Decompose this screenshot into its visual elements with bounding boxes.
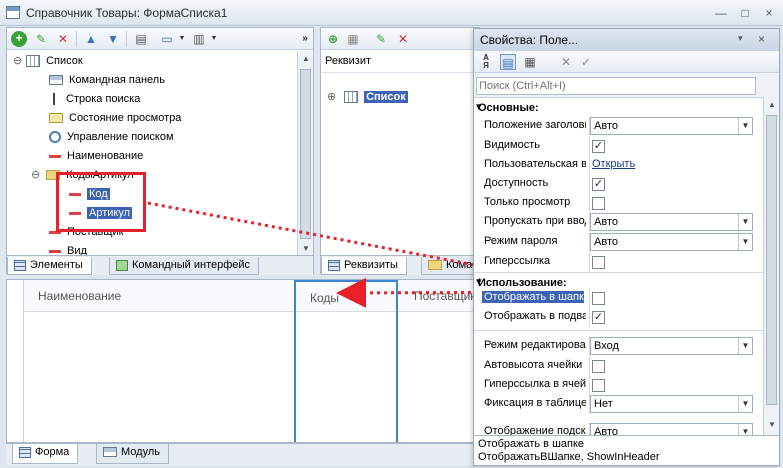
chevron-down-icon: ▼: [738, 396, 752, 412]
tooltip-display-combo[interactable]: Авто ▼: [590, 423, 753, 435]
properties-grid: ▾ Основные: Положение заголовка Авто ▼ Ви…: [474, 97, 763, 435]
description-title: Отображать в шапке: [478, 438, 585, 450]
auto-cell-height-checkbox[interactable]: [592, 360, 605, 373]
prop-cell-hyperlink[interactable]: Гиперссылка в ячейке: [474, 375, 763, 395]
prop-user-visibility[interactable]: Пользовательская видимость Открыть: [474, 155, 763, 175]
hyperlink-checkbox[interactable]: [592, 256, 605, 269]
prop-tooltip-display[interactable]: Отображение подсказки Авто▼: [474, 422, 763, 435]
show-in-footer-checkbox[interactable]: ✓: [592, 311, 605, 324]
sort-alpha-icon[interactable]: АЯ: [478, 54, 494, 70]
properties-titlebar: Свойства: Поле... ▾ ×: [474, 29, 779, 51]
filter-icon[interactable]: ▦: [522, 54, 538, 70]
read-only-checkbox[interactable]: [592, 197, 605, 210]
properties-panel: Свойства: Поле... ▾ × АЯ ▤ ▦ ✕ ✓ ▾ Основ…: [473, 28, 780, 466]
properties-scrollbar[interactable]: ▲ ▼: [763, 97, 779, 435]
password-mode-combo[interactable]: Авто ▼: [590, 233, 753, 251]
chevron-down-icon: ▼: [738, 118, 752, 134]
prop-password-mode[interactable]: Режим пароля Авто ▼: [474, 232, 763, 252]
row-divider: [474, 330, 763, 331]
prop-enabled[interactable]: Доступность ✓: [474, 174, 763, 194]
prop-auto-cell-height[interactable]: Автовысота ячейки: [474, 356, 763, 376]
visibility-checkbox[interactable]: ✓: [592, 140, 605, 153]
description-names: ОтображатьВШапке, ShowInHeader: [478, 451, 660, 463]
user-visibility-open-link[interactable]: Открыть: [592, 158, 635, 170]
prop-edit-mode[interactable]: Режим редактирования Вход▼: [474, 336, 763, 356]
prop-fixing-in-table[interactable]: Фиксация в таблице Нет ▼: [474, 394, 763, 414]
enabled-checkbox[interactable]: ✓: [592, 178, 605, 191]
skip-on-input-combo[interactable]: Авто ▼: [590, 213, 753, 231]
prop-title-position[interactable]: Положение заголовка Авто ▼: [474, 116, 763, 136]
fixing-in-table-combo[interactable]: Нет ▼: [590, 395, 753, 413]
pin-icon[interactable]: ▾: [738, 33, 743, 44]
categorized-icon[interactable]: ▤: [500, 54, 516, 70]
property-description: Отображать в шапке ОтображатьВШапке, Sho…: [474, 435, 779, 465]
section-main[interactable]: ▾ Основные:: [474, 98, 763, 116]
prop-show-in-header[interactable]: Отображать в шапке: [474, 288, 763, 308]
scroll-up-icon[interactable]: ▲: [764, 97, 780, 113]
prop-hyperlink[interactable]: Гиперссылка: [474, 252, 763, 272]
chevron-down-icon: ▼: [738, 338, 752, 354]
chevron-down-icon: ▼: [738, 234, 752, 250]
scroll-down-icon[interactable]: ▼: [764, 417, 780, 433]
properties-toolbar: АЯ ▤ ▦ ✕ ✓: [474, 51, 779, 73]
properties-close-icon[interactable]: ×: [758, 32, 765, 46]
prop-read-only[interactable]: Только просмотр: [474, 193, 763, 213]
apply-icon[interactable]: ✓: [578, 54, 594, 70]
cell-hyperlink-checkbox[interactable]: [592, 379, 605, 392]
edit-mode-combo[interactable]: Вход ▼: [590, 337, 753, 355]
title-position-combo[interactable]: Авто ▼: [590, 117, 753, 135]
chevron-down-icon: ▼: [738, 424, 752, 435]
prop-skip-on-input[interactable]: Пропускать при вводе Авто ▼: [474, 212, 763, 232]
prop-visibility[interactable]: Видимость ✓: [474, 136, 763, 156]
properties-search-input[interactable]: [476, 77, 756, 95]
prop-show-in-footer[interactable]: Отображать в подвале ✓: [474, 307, 763, 327]
scroll-thumb[interactable]: [766, 115, 777, 405]
properties-title: Свойства: Поле...: [480, 33, 579, 47]
show-in-header-checkbox[interactable]: [592, 292, 605, 305]
chevron-down-icon: ▼: [738, 214, 752, 230]
clear-icon[interactable]: ✕: [558, 54, 574, 70]
